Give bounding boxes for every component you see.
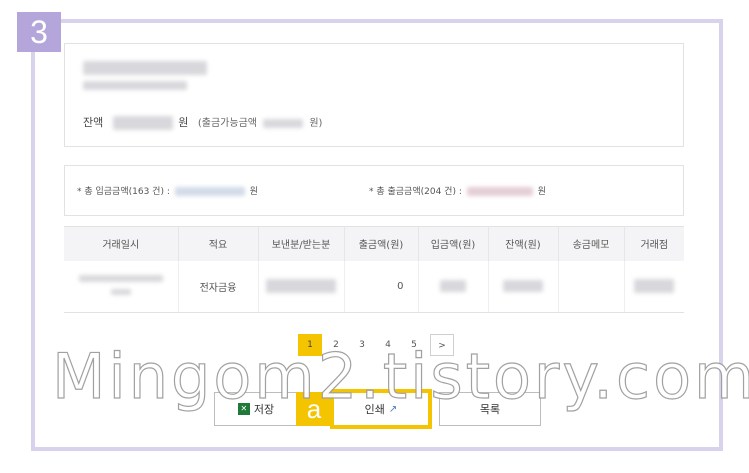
print-button[interactable]: 인쇄 ↗ <box>330 389 432 429</box>
account-name-redacted <box>83 61 207 75</box>
withdrawable-note: (출금가능금액 원) <box>198 118 323 129</box>
column-header: 보낸분/받는분 <box>258 226 345 261</box>
transaction-datetime-cell <box>64 260 179 313</box>
page-2-link[interactable]: 2 <box>324 334 348 356</box>
excel-icon: ✕ <box>237 403 250 415</box>
datetime-redacted <box>78 274 163 282</box>
total-withdrawal-label: * 총 출금금액(204 건) : <box>369 187 462 197</box>
deposit-redacted <box>440 280 466 293</box>
list-button[interactable]: 목록 <box>439 392 541 426</box>
column-header: 적요 <box>178 226 259 261</box>
balance-redacted <box>503 280 543 293</box>
column-header: 송금메모 <box>558 226 625 261</box>
totals-summary-panel: * 총 입금금액(163 건) : 원 * 총 출금금액(204 건) : 원 <box>64 165 684 216</box>
total-deposit-unit: 원 <box>249 187 258 197</box>
balance-line: 잔액 원 (출금가능금액 원) <box>83 114 322 130</box>
next-page-button[interactable]: > <box>430 334 454 356</box>
column-header: 잔액(원) <box>488 226 559 261</box>
column-header: 출금액(원) <box>344 226 419 261</box>
withdrawable-amount-redacted <box>263 118 304 128</box>
column-header: 입금액(원) <box>418 226 489 261</box>
branch-redacted <box>634 279 675 294</box>
page-3-link[interactable]: 3 <box>350 334 374 356</box>
branch-cell <box>624 260 684 313</box>
account-number-redacted <box>83 81 187 90</box>
page-5-link[interactable]: 5 <box>402 334 426 356</box>
withdrawable-note-suffix: 원) <box>309 118 323 129</box>
transaction-summary-cell: 전자금융 <box>178 260 259 313</box>
column-header: 거래일시 <box>64 226 179 261</box>
external-link-icon: ↗ <box>388 403 398 415</box>
counterparty-cell <box>258 260 345 313</box>
step-number-badge: 3 <box>17 12 61 52</box>
total-deposit-label: * 총 입금금액(163 건) : <box>77 187 170 197</box>
counterparty-redacted <box>266 279 336 294</box>
page-4-link[interactable]: 4 <box>376 334 400 356</box>
save-button[interactable]: ✕ 저장 <box>214 392 298 426</box>
memo-cell <box>558 260 625 313</box>
table-row[interactable]: 전자금융 0 <box>64 260 684 313</box>
page-1-link[interactable]: 1 <box>298 334 322 356</box>
table-header-row: 거래일시 적요 보낸분/받는분 출금액(원) 입금액(원) 잔액(원) 송금메모… <box>64 226 684 261</box>
save-button-label: 저장 <box>253 403 275 416</box>
total-deposit-redacted <box>174 187 245 196</box>
total-withdrawal: * 총 출금금액(204 건) : 원 <box>369 184 546 197</box>
datetime-redacted <box>110 288 131 295</box>
column-header: 거래점 <box>624 226 684 261</box>
print-button-label: 인쇄 <box>364 403 385 416</box>
balance-cell <box>488 260 559 313</box>
total-withdrawal-redacted <box>466 187 533 196</box>
list-button-label: 목록 <box>479 403 501 416</box>
step-label-badge: a <box>296 392 332 426</box>
total-withdrawal-unit: 원 <box>537 187 546 197</box>
account-info-panel: 잔액 원 (출금가능금액 원) <box>64 43 684 147</box>
deposit-cell <box>418 260 489 313</box>
transaction-table: 거래일시 적요 보낸분/받는분 출금액(원) 입금액(원) 잔액(원) 송금메모… <box>64 226 684 313</box>
balance-unit: 원 <box>178 116 189 129</box>
total-deposit: * 총 입금금액(163 건) : 원 <box>77 184 258 197</box>
balance-label: 잔액 <box>83 116 104 129</box>
withdrawal-cell: 0 <box>344 260 419 313</box>
balance-amount-redacted <box>112 116 173 130</box>
withdrawable-note-prefix: (출금가능금액 <box>197 118 257 129</box>
pagination: 1 2 3 4 5 > <box>298 334 454 356</box>
